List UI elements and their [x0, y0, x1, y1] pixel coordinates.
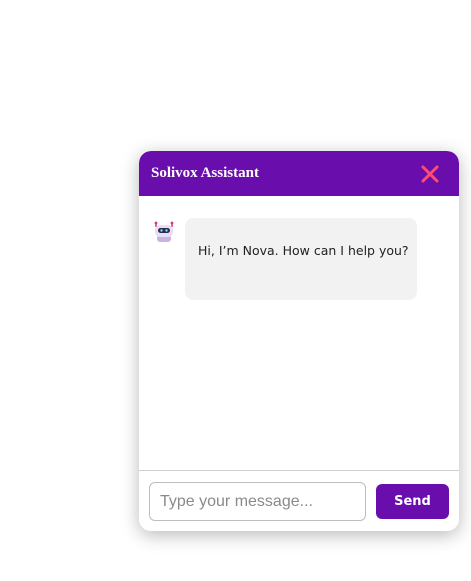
chat-header: Solivox Assistant — [139, 151, 459, 196]
chat-widget: Solivox Assistant Hi, I’m Nova. How can … — [139, 151, 459, 531]
send-button[interactable]: Send — [376, 484, 449, 519]
robot-icon — [152, 220, 176, 244]
chat-messages: Hi, I’m Nova. How can I help you? — [139, 196, 459, 470]
message-text: Hi, I’m Nova. How can I help you? — [198, 243, 409, 258]
close-icon[interactable] — [419, 163, 441, 185]
message-input[interactable] — [149, 482, 366, 521]
chat-input-area: Send — [139, 471, 459, 531]
message-bubble: Hi, I’m Nova. How can I help you? — [185, 218, 417, 300]
chat-title: Solivox Assistant — [151, 165, 259, 181]
